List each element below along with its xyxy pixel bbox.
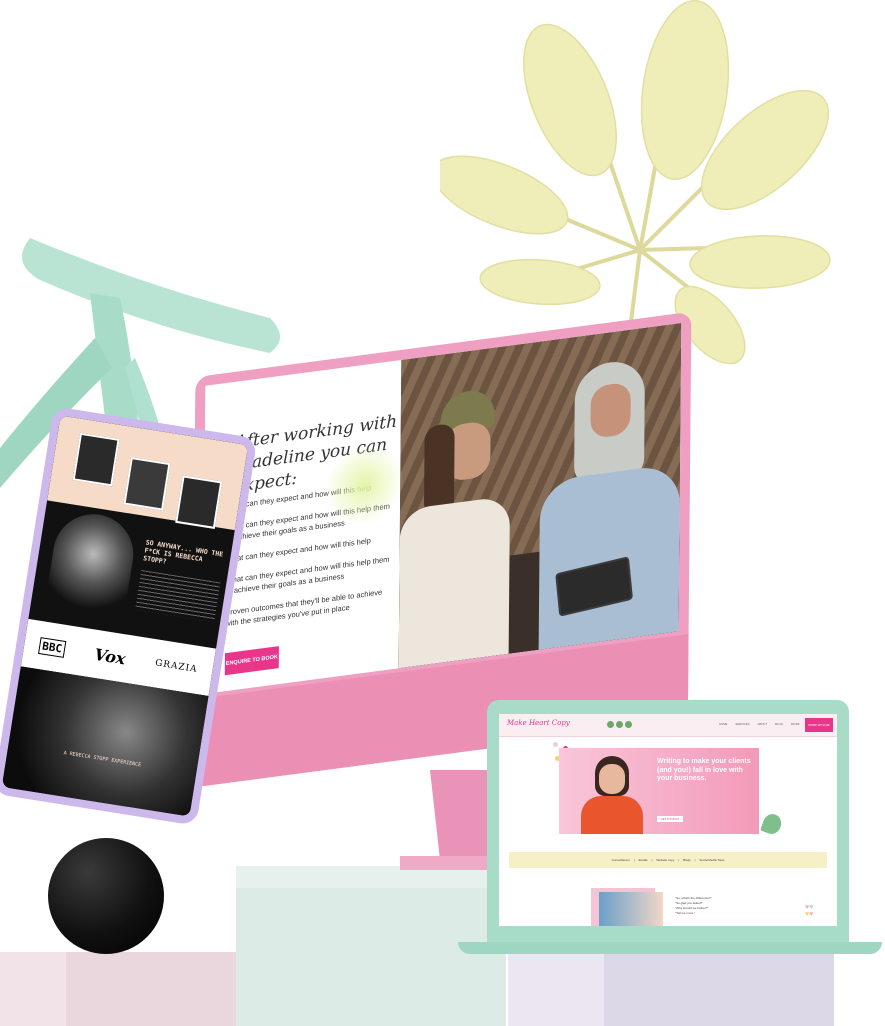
press-logo-bbc: BBC [38, 636, 67, 658]
strip-item[interactable]: Emails [639, 858, 648, 862]
tablet-portrait [44, 508, 140, 620]
heart-icon: ♥ [809, 904, 814, 911]
pedestal-right-shade [508, 952, 604, 1026]
laptop-social-icons [607, 721, 632, 728]
nav-cta-label: WORK WITH ME [808, 723, 830, 727]
laptop-base [458, 942, 882, 954]
press-logo-vox: Vox [93, 644, 127, 668]
nav-item-blog[interactable]: BLOG [775, 722, 783, 726]
photo-person-left [420, 387, 501, 517]
laptop-device: Make Heart Copy HOME SERVICES ABOUT BLOG… [487, 700, 849, 946]
strip-item[interactable]: Consultations [612, 858, 630, 862]
tablet-thumb [72, 432, 120, 487]
tablet-headline: SO ANYWAY... WHO THE F*CK IS REBECCA STO… [142, 538, 224, 566]
monitor-screen: After working with Madeline you can expe… [202, 323, 682, 695]
hero-cta-label: GET IN TOUCH [661, 817, 679, 821]
service-strip: Consultations | Emails | Website copy | Blo… [509, 852, 827, 868]
facebook-icon[interactable] [616, 721, 623, 728]
hero-portrait [577, 752, 647, 834]
nav-item-home[interactable]: HOME [719, 722, 727, 726]
nav-item-services[interactable]: SERVICES [735, 722, 749, 726]
heart-icons: ♥♥ ♥♥ [805, 904, 833, 926]
strip-item[interactable]: Blogs [683, 858, 691, 862]
laptop-screen: Make Heart Copy HOME SERVICES ABOUT BLOG… [499, 714, 837, 926]
strip-item[interactable]: Social Media Tools [699, 858, 724, 862]
strip-item[interactable]: Website copy [656, 858, 674, 862]
heart-icon: ♥ [809, 911, 814, 918]
tablet-thumb [123, 456, 171, 511]
instagram-icon[interactable] [607, 721, 614, 728]
laptop-logo[interactable]: Make Heart Copy [507, 719, 570, 727]
pedestal-left-shade [0, 952, 66, 1026]
tablet-body-text [135, 569, 221, 623]
enquire-button[interactable]: ENQUIRE TO BOOK [224, 646, 279, 676]
hero-headline: Writing to make your clients (and you!) … [657, 758, 751, 782]
monitor-photo [398, 323, 682, 669]
hero-leaf-icon [760, 811, 784, 837]
hero-cta-button[interactable]: GET IN TOUCH [657, 816, 683, 822]
lower-photo [599, 892, 663, 926]
black-sphere [48, 838, 164, 954]
tablet-thumb [175, 475, 223, 529]
linkedin-icon[interactable] [625, 721, 632, 728]
press-logo-grazia: GRAZIA [154, 658, 199, 675]
nav-item-work[interactable]: WORK [791, 722, 800, 726]
laptop-nav-links: HOME SERVICES ABOUT BLOG WORK [719, 722, 800, 726]
lower-quotes: "So, what's the difference?" "So glad yo… [675, 896, 775, 916]
quote-line: "Tell me more." [675, 911, 696, 915]
nav-item-about[interactable]: ABOUT [758, 722, 768, 726]
enquire-button-label: ENQUIRE TO BOOK [225, 654, 278, 668]
nav-cta-button[interactable]: WORK WITH ME [805, 718, 833, 732]
